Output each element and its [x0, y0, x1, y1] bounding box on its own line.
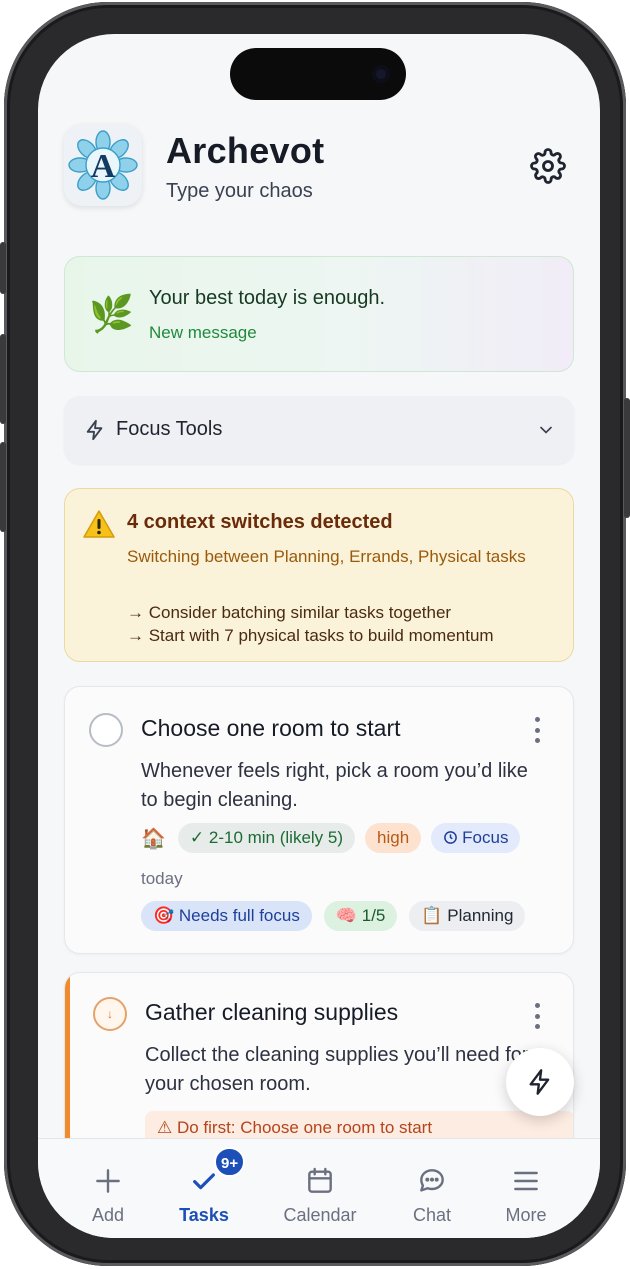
bottom-navigation: Add 9+ Tasks Calendar Chat More	[38, 1138, 600, 1238]
task-meta-row: 🏠 ✓ 2-10 min (likely 5) high Focus	[141, 823, 521, 853]
chevron-down-icon	[540, 426, 552, 434]
house-icon: 🏠	[141, 827, 166, 850]
nav-chat[interactable]: Chat	[382, 1139, 482, 1238]
task-description: Whenever feels right, pick a room you’d …	[141, 760, 528, 811]
warning-tip: → Start with 7 physical tasks to build m…	[127, 626, 494, 645]
task-title: Choose one room to start	[141, 715, 401, 741]
task-complete-checkbox[interactable]	[89, 713, 123, 747]
more-options-icon[interactable]	[535, 717, 541, 743]
chat-icon	[420, 1169, 444, 1192]
svg-text:A: A	[91, 148, 116, 185]
tasks-count-badge: 9+	[214, 1147, 246, 1177]
app-title: Archevot	[166, 130, 325, 171]
context-switch-warning: 4 context switches detected Switching be…	[64, 488, 574, 662]
phone-volume-down	[0, 442, 6, 532]
task-tags-row: 🎯 Needs full focus 🧠 1/5 📋 Planning	[141, 901, 526, 931]
warning-subtitle: Switching between Planning, Errands, Phy…	[127, 547, 526, 566]
calendar-icon	[308, 1167, 332, 1193]
task-description: Collect the cleaning supplies you’ll nee…	[145, 1044, 529, 1095]
motivation-message: Your best today is enough.	[149, 287, 386, 309]
nav-calendar[interactable]: Calendar	[270, 1139, 370, 1238]
focus-mode-badge: Focus	[431, 823, 521, 853]
nav-label: Tasks	[179, 1205, 229, 1225]
plus-icon	[96, 1169, 120, 1193]
motivation-status: New message	[149, 323, 257, 342]
pending-clock-icon[interactable]: ↓	[93, 997, 127, 1031]
gear-icon[interactable]	[530, 148, 566, 184]
category-tag: 📋 Planning	[409, 901, 526, 931]
clock-icon	[444, 831, 458, 844]
motivation-card[interactable]: 🌿 Your best today is enough. New message	[64, 256, 574, 372]
bolt-icon	[86, 419, 103, 441]
focus-tools-label: Focus Tools	[116, 418, 223, 440]
phone-action-button	[0, 242, 6, 294]
quick-action-button[interactable]	[506, 1048, 574, 1116]
nav-label: More	[505, 1205, 547, 1225]
dynamic-island	[230, 48, 406, 100]
focus-tools-toggle[interactable]: Focus Tools	[64, 396, 574, 464]
app-subtitle: Type your chaos	[166, 180, 313, 202]
nav-label: Chat	[412, 1205, 452, 1225]
more-options-icon[interactable]	[535, 1003, 541, 1029]
warning-tip: → Consider batching similar tasks togeth…	[127, 603, 452, 622]
time-estimate-badge: ✓ 2-10 min (likely 5)	[177, 823, 356, 853]
menu-icon	[514, 1171, 538, 1191]
task-title: Gather cleaning supplies	[145, 999, 399, 1025]
app-header: A Archevot Type your chaos	[64, 124, 574, 214]
nav-add[interactable]: Add	[58, 1139, 158, 1238]
task-card[interactable]: Choose one room to start Whenever feels …	[64, 686, 574, 954]
nav-more[interactable]: More	[476, 1139, 576, 1238]
priority-badge: high	[365, 823, 422, 853]
app-logo: A	[64, 124, 142, 206]
mandala-logo-icon: A	[68, 130, 138, 200]
phone-volume-up	[0, 334, 6, 424]
nav-label: Calendar	[283, 1205, 357, 1225]
app-screen: A Archevot Type your chaos 🌿 Your best t…	[38, 34, 600, 1238]
warning-tips: → Consider batching similar tasks togeth…	[127, 601, 494, 647]
warning-icon	[83, 510, 115, 538]
leaf-icon: 🌿	[89, 293, 134, 334]
bolt-icon	[529, 1069, 550, 1095]
nav-label: Add	[91, 1205, 125, 1225]
energy-badge: 🧠 1/5	[323, 901, 398, 931]
phone-power-button	[624, 398, 630, 518]
phone-frame: A Archevot Type your chaos 🌿 Your best t…	[0, 2, 630, 1266]
warning-title: 4 context switches detected	[127, 511, 393, 533]
focus-need-badge: 🎯 Needs full focus	[141, 901, 312, 931]
due-date: today	[141, 869, 183, 888]
nav-tasks[interactable]: 9+ Tasks	[154, 1139, 254, 1238]
